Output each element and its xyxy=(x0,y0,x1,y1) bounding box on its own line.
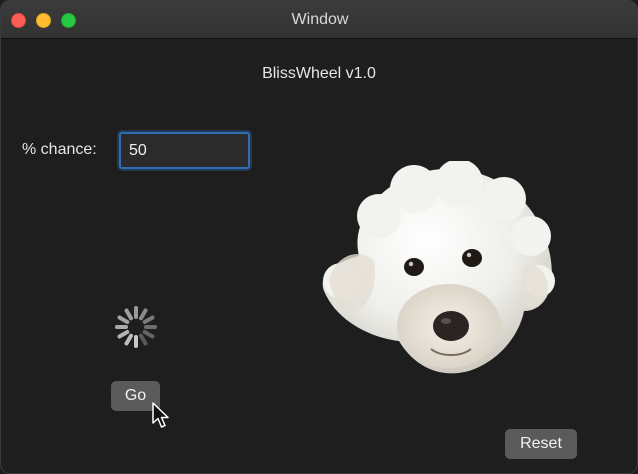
chance-label: % chance: xyxy=(22,141,97,158)
dog-image xyxy=(322,161,555,374)
mouse-cursor-icon xyxy=(152,402,169,428)
reset-button[interactable]: Reset xyxy=(505,429,577,459)
window-title: Window xyxy=(291,11,349,28)
app-window: Window BlissWheel v1.0 % chance: Go xyxy=(0,0,638,474)
title-bar[interactable]: Window xyxy=(1,1,637,39)
loading-spinner-icon xyxy=(115,306,157,348)
chance-input[interactable] xyxy=(119,132,250,169)
app-title: BlissWheel v1.0 xyxy=(262,65,376,82)
